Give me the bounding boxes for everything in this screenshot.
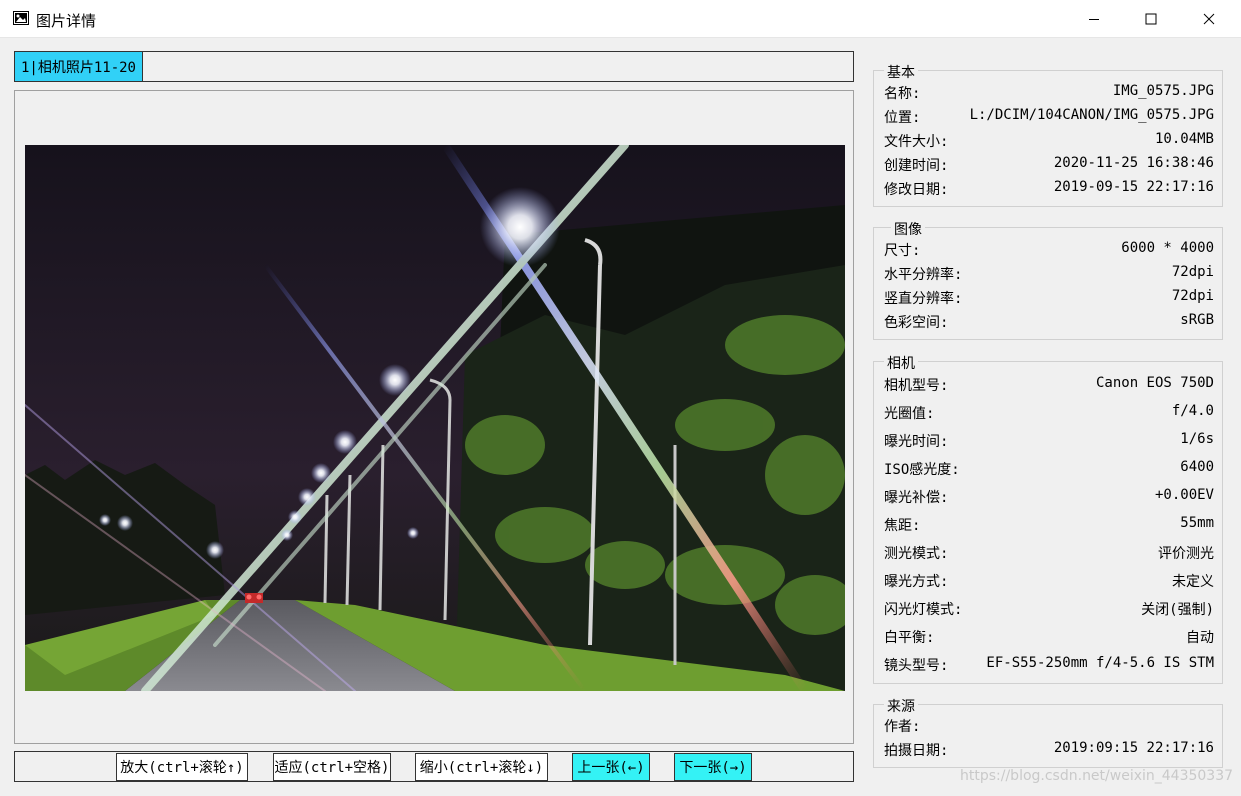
tab-camera-photos[interactable]: 1|相机照片11-20 [15, 52, 143, 81]
image-viewer[interactable] [14, 90, 854, 744]
info-row: 色彩空间: sRGB [884, 312, 1214, 332]
picture-icon [13, 11, 29, 25]
info-value: 关闭(强制) [1141, 602, 1214, 618]
info-key: 色彩空间: [884, 315, 949, 331]
info-value: 2019-09-15 22:17:16 [1053, 179, 1214, 195]
info-row: 曝光时间: 1/6s [884, 431, 1214, 451]
info-value: 1/6s [1180, 431, 1214, 447]
info-key: 镜头型号: [884, 658, 949, 674]
info-value: 2020-11-25 16:38:46 [1053, 155, 1214, 171]
info-row: 竖直分辨率: 72dpi [884, 288, 1214, 308]
prev-button[interactable]: 上一张(←) [572, 753, 650, 781]
info-row: 修改日期: 2019-09-15 22:17:16 [884, 179, 1214, 199]
info-key: 相机型号: [884, 378, 949, 394]
maximize-button[interactable] [1122, 0, 1180, 38]
toolbar: 放大(ctrl+滚轮↑) 适应(ctrl+空格) 缩小(ctrl+滚轮↓) 上一… [14, 751, 854, 782]
photo [25, 145, 845, 691]
info-row: 水平分辨率: 72dpi [884, 264, 1214, 284]
info-key: 尺寸: [884, 243, 921, 259]
info-key: 曝光补偿: [884, 490, 949, 506]
info-value: IMG_0575.JPG [1112, 83, 1214, 99]
close-icon [1203, 13, 1215, 25]
info-row: 曝光方式: 未定义 [884, 571, 1214, 591]
info-key: 水平分辨率: [884, 267, 963, 283]
info-key: 拍摄日期: [884, 743, 949, 759]
info-value: 6000 * 4000 [1121, 240, 1214, 256]
info-row: 位置: L:/DCIM/104CANON/IMG_0575.JPG [884, 107, 1214, 127]
info-key: 测光模式: [884, 546, 949, 562]
info-value: Canon EOS 750D [1095, 375, 1214, 391]
info-key: 作者: [884, 719, 921, 735]
group-image-title: 图像 [891, 219, 925, 239]
info-key: 闪光灯模式: [884, 602, 963, 618]
watermark: https://blog.csdn.net/weixin_44350337 [960, 768, 1234, 784]
info-value: 55mm [1180, 515, 1214, 531]
info-row: 焦距: 55mm [884, 515, 1214, 535]
group-image: 图像 尺寸: 6000 * 4000 水平分辨率: 72dpi 竖直分辨率: 72dp… [873, 219, 1223, 340]
info-row: 尺寸: 6000 * 4000 [884, 240, 1214, 260]
info-value: +0.00EV [1154, 487, 1214, 503]
info-row: 光圈值: f/4.0 [884, 403, 1214, 423]
info-key: 光圈值: [884, 406, 935, 422]
zoom-out-button[interactable]: 缩小(ctrl+滚轮↓) [415, 753, 548, 781]
info-row: 白平衡: 自动 [884, 627, 1214, 647]
info-value: L:/DCIM/104CANON/IMG_0575.JPG [969, 107, 1214, 123]
info-key: ISO感光度: [884, 462, 960, 478]
info-value: 自动 [1186, 630, 1214, 646]
group-camera: 相机 相机型号: Canon EOS 750D 光圈值: f/4.0 曝光时间: 1/… [873, 353, 1223, 684]
info-value: 评价测光 [1158, 546, 1214, 562]
info-row: 测光模式: 评价测光 [884, 543, 1214, 563]
info-key: 竖直分辨率: [884, 291, 963, 307]
zoom-in-button[interactable]: 放大(ctrl+滚轮↑) [116, 753, 248, 781]
group-basic-title: 基本 [884, 62, 918, 82]
night-street-photo [25, 145, 845, 691]
info-row: 创建时间: 2020-11-25 16:38:46 [884, 155, 1214, 175]
info-key: 创建时间: [884, 158, 949, 174]
next-button[interactable]: 下一张(→) [674, 753, 752, 781]
info-row: 相机型号: Canon EOS 750D [884, 375, 1214, 395]
minimize-button[interactable] [1065, 0, 1123, 38]
info-row: 镜头型号: EF-S55-250mm f/4-5.6 IS STM [884, 655, 1214, 675]
info-row: 曝光补偿: +0.00EV [884, 487, 1214, 507]
info-key: 名称: [884, 86, 921, 102]
info-value: 72dpi [1171, 288, 1214, 304]
info-key: 焦距: [884, 518, 921, 534]
info-row: 闪光灯模式: 关闭(强制) [884, 599, 1214, 619]
info-key: 曝光时间: [884, 434, 949, 450]
window-title: 图片详情 [36, 12, 97, 30]
title-bar: 图片详情 [0, 0, 1241, 38]
info-row: 作者: [884, 716, 1214, 736]
info-value: 6400 [1180, 459, 1214, 475]
close-button[interactable] [1180, 0, 1238, 38]
info-key: 文件大小: [884, 134, 949, 150]
info-value: 72dpi [1171, 264, 1214, 280]
info-value: 未定义 [1172, 574, 1214, 590]
group-camera-title: 相机 [884, 353, 918, 373]
info-key: 修改日期: [884, 182, 949, 198]
group-source-title: 来源 [884, 696, 918, 716]
info-value: EF-S55-250mm f/4-5.6 IS STM [986, 655, 1214, 671]
group-basic: 基本 名称: IMG_0575.JPG 位置: L:/DCIM/104CANON/I… [873, 62, 1223, 207]
info-row: 名称: IMG_0575.JPG [884, 83, 1214, 103]
info-row: 拍摄日期: 2019:09:15 22:17:16 [884, 740, 1214, 760]
group-source: 来源 作者: 拍摄日期: 2019:09:15 22:17:16 [873, 696, 1223, 768]
maximize-icon [1145, 13, 1157, 25]
info-value: 2019:09:15 22:17:16 [1053, 740, 1214, 756]
info-value: 10.04MB [1154, 131, 1214, 147]
info-value: f/4.0 [1171, 403, 1214, 419]
info-key: 曝光方式: [884, 574, 949, 590]
info-value: sRGB [1180, 312, 1214, 328]
info-row: 文件大小: 10.04MB [884, 131, 1214, 151]
info-row: ISO感光度: 6400 [884, 459, 1214, 479]
info-key: 白平衡: [884, 630, 935, 646]
fit-button[interactable]: 适应(ctrl+空格) [273, 753, 391, 781]
minimize-icon [1089, 19, 1099, 20]
tab-bar: 1|相机照片11-20 [14, 51, 854, 82]
info-key: 位置: [884, 110, 921, 126]
